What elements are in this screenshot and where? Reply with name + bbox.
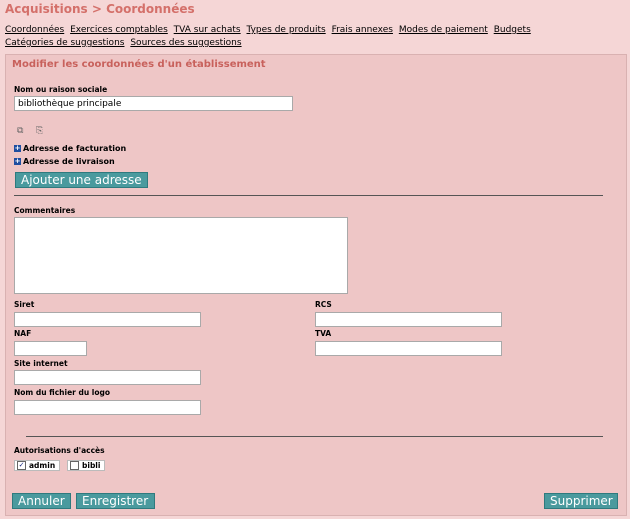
naf-input[interactable]	[14, 341, 87, 356]
rcs-input[interactable]	[315, 312, 502, 327]
access-admin-checkbox[interactable]: ✓ admin	[14, 460, 61, 471]
comments-textarea[interactable]	[14, 217, 348, 294]
panel-title: Modifier les coordonnées d'un établissem…	[12, 59, 266, 70]
billing-address-toggle[interactable]: + Adresse de facturation	[14, 144, 126, 153]
name-label: Nom ou raison sociale	[14, 85, 108, 94]
paste-icon[interactable]: ⎘	[36, 126, 43, 136]
siret-label: Siret	[14, 300, 35, 309]
comments-label: Commentaires	[14, 206, 76, 215]
website-label: Site internet	[14, 359, 68, 368]
tab-coordonnees[interactable]: Coordonnées	[5, 25, 64, 35]
website-input[interactable]	[14, 370, 201, 385]
logo-input[interactable]	[14, 400, 201, 415]
checkbox-checked-icon: ✓	[17, 461, 26, 470]
page-title: Acquisitions > Coordonnées	[5, 2, 195, 16]
divider	[14, 195, 603, 196]
expand-plus-icon: +	[14, 144, 21, 152]
add-address-button[interactable]: Ajouter une adresse	[15, 172, 148, 188]
access-admin-label: admin	[29, 461, 56, 470]
cancel-button[interactable]: Annuler	[12, 493, 71, 509]
tab-modes-de-paiement[interactable]: Modes de paiement	[399, 25, 488, 35]
tab-bar: Coordonnées Exercices comptables TVA sur…	[5, 24, 625, 50]
copy-icon[interactable]: ⧉	[17, 126, 23, 136]
access-bibli-label: bibli	[82, 461, 101, 470]
name-input[interactable]	[14, 96, 293, 111]
tab-frais-annexes[interactable]: Frais annexes	[332, 25, 393, 35]
naf-label: NAF	[14, 329, 32, 338]
billing-address-label: Adresse de facturation	[23, 144, 127, 153]
checkbox-unchecked-icon	[70, 461, 79, 470]
tab-tva-sur-achats[interactable]: TVA sur achats	[174, 25, 241, 35]
tva-label: TVA	[315, 329, 332, 338]
logo-label: Nom du fichier du logo	[14, 388, 111, 397]
tab-sources-des-suggestions[interactable]: Sources des suggestions	[130, 38, 241, 48]
delivery-address-toggle[interactable]: + Adresse de livraison	[14, 157, 115, 166]
edit-panel: Modifier les coordonnées d'un établissem…	[5, 54, 627, 516]
delete-button[interactable]: Supprimer	[544, 493, 618, 509]
tab-budgets[interactable]: Budgets	[494, 25, 531, 35]
delivery-address-label: Adresse de livraison	[23, 157, 115, 166]
access-label: Autorisations d'accès	[14, 446, 105, 455]
tab-exercices-comptables[interactable]: Exercices comptables	[70, 25, 168, 35]
tab-categories-de-suggestions[interactable]: Catégories de suggestions	[5, 38, 124, 48]
tab-types-de-produits[interactable]: Types de produits	[247, 25, 326, 35]
tva-input[interactable]	[315, 341, 502, 356]
access-bibli-checkbox[interactable]: bibli	[67, 460, 106, 471]
divider	[26, 436, 603, 437]
save-button[interactable]: Enregistrer	[76, 493, 155, 509]
expand-plus-icon: +	[14, 157, 21, 165]
siret-input[interactable]	[14, 312, 201, 327]
rcs-label: RCS	[315, 300, 332, 309]
